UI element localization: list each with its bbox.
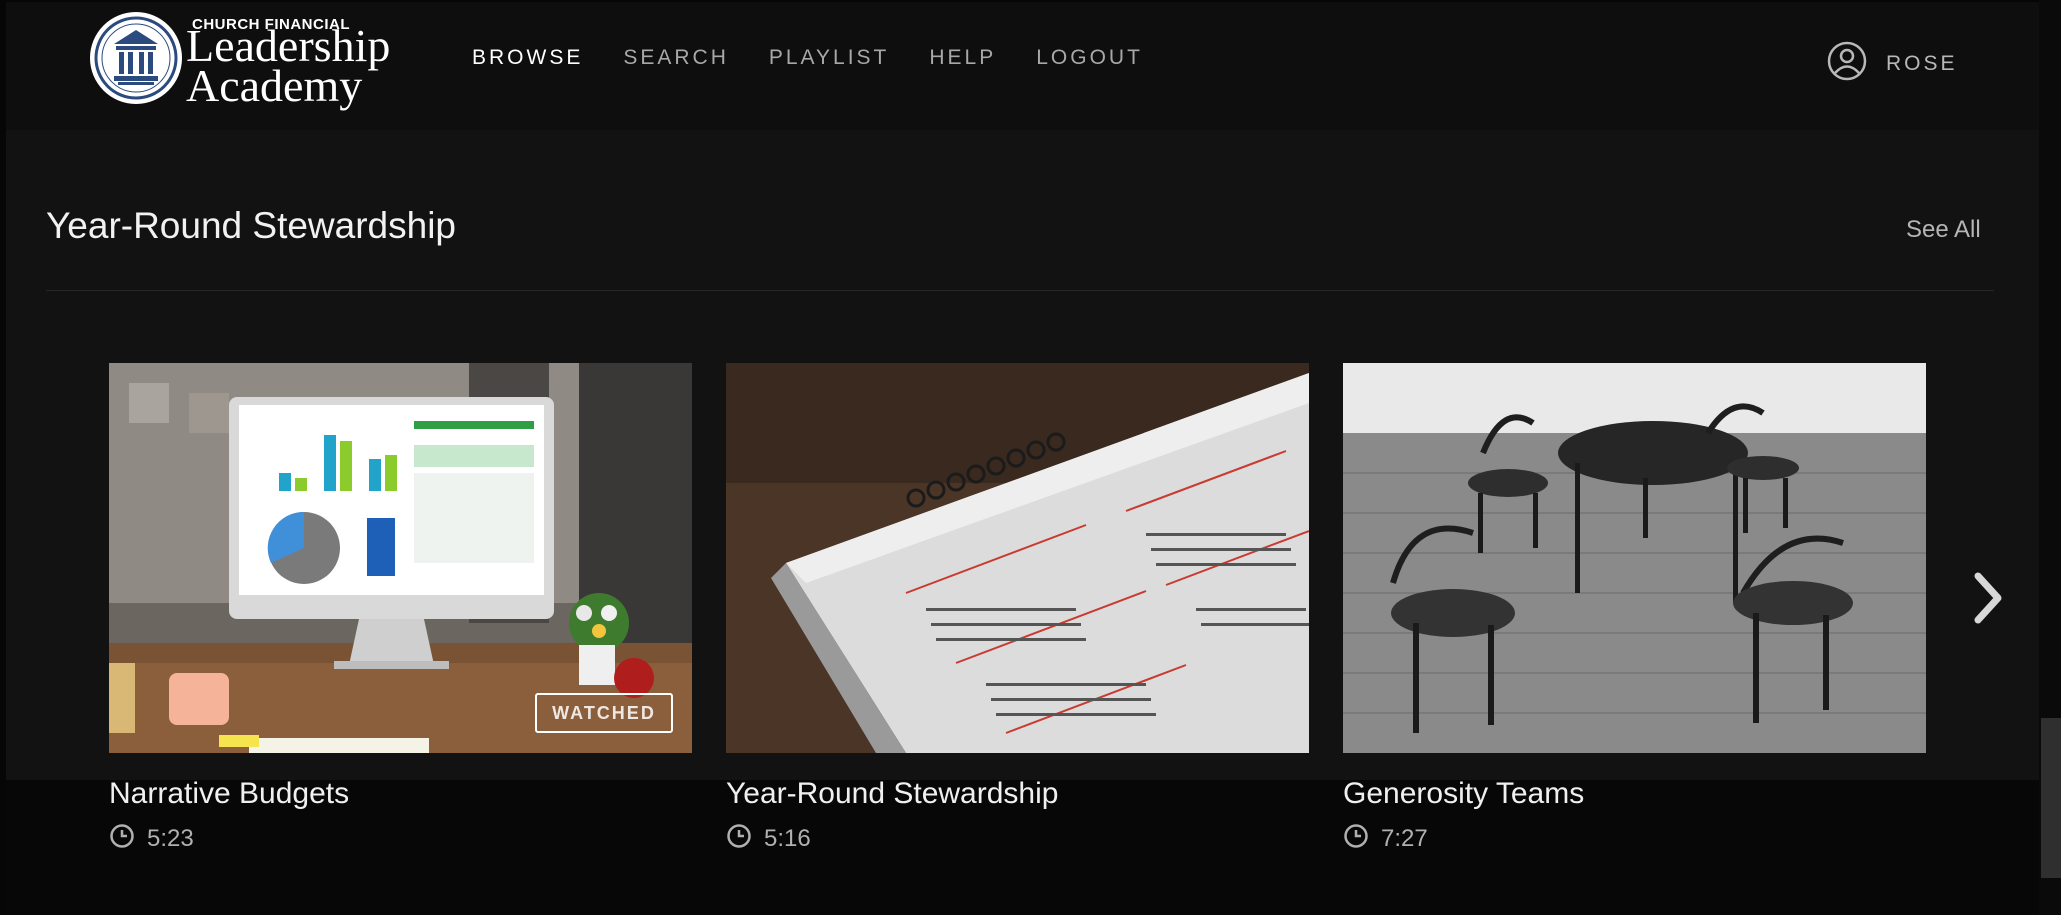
see-all-link[interactable]: See All — [1906, 216, 1981, 244]
main-nav: BROWSE SEARCH PLAYLIST HELP LOGOUT — [472, 46, 1183, 70]
logo-wordmark: Leadership Academy — [186, 23, 390, 111]
top-header: CHURCH FINANCIAL Leadership Academy BROW… — [6, 2, 2039, 130]
clock-icon — [109, 823, 135, 854]
user-menu[interactable]: ROSE — [1826, 40, 1958, 87]
user-circle-icon — [1826, 40, 1868, 87]
user-name: ROSE — [1886, 51, 1958, 75]
video-duration: 7:27 — [1381, 824, 1428, 852]
nav-help[interactable]: HELP — [929, 46, 996, 70]
page-scrollbar[interactable] — [2039, 0, 2061, 915]
video-card[interactable]: Generosity Teams 7:27 — [1343, 363, 1926, 852]
carousel-next-button[interactable] — [1968, 568, 2008, 628]
video-card[interactable]: WATCHED Narrative Budgets 5:23 — [109, 363, 692, 852]
academy-logo[interactable]: CHURCH FINANCIAL Leadership Academy — [90, 12, 410, 112]
chevron-right-icon — [1968, 572, 2008, 632]
watched-badge: WATCHED — [535, 693, 673, 733]
video-duration: 5:23 — [147, 824, 194, 852]
section-title: Year-Round Stewardship — [46, 205, 456, 246]
card-title[interactable]: Year-Round Stewardship — [726, 777, 1058, 811]
scrollbar-thumb[interactable] — [2041, 718, 2061, 878]
nav-playlist[interactable]: PLAYLIST — [769, 46, 890, 70]
video-thumbnail-calendar[interactable] — [726, 363, 1309, 753]
clock-icon — [726, 823, 752, 854]
nav-search[interactable]: SEARCH — [623, 46, 729, 70]
video-thumbnail-desk[interactable]: WATCHED — [109, 363, 692, 753]
video-card[interactable]: Year-Round Stewardship 5:16 — [726, 363, 1309, 852]
video-duration: 5:16 — [764, 824, 811, 852]
video-thumbnail-chairs[interactable] — [1343, 363, 1926, 753]
card-meta: 5:16 — [726, 823, 811, 854]
logo-word-academy: Academy — [186, 60, 363, 111]
card-meta: 7:27 — [1343, 823, 1428, 854]
app-frame: CHURCH FINANCIAL Leadership Academy BROW… — [6, 2, 2039, 915]
nav-browse[interactable]: BROWSE — [472, 46, 583, 70]
clock-icon — [1343, 823, 1369, 854]
card-title[interactable]: Narrative Budgets — [109, 777, 349, 811]
card-title[interactable]: Generosity Teams — [1343, 777, 1584, 811]
nav-logout[interactable]: LOGOUT — [1036, 46, 1143, 70]
church-building-logo-icon — [90, 12, 182, 104]
card-meta: 5:23 — [109, 823, 194, 854]
section-divider — [46, 290, 1994, 291]
